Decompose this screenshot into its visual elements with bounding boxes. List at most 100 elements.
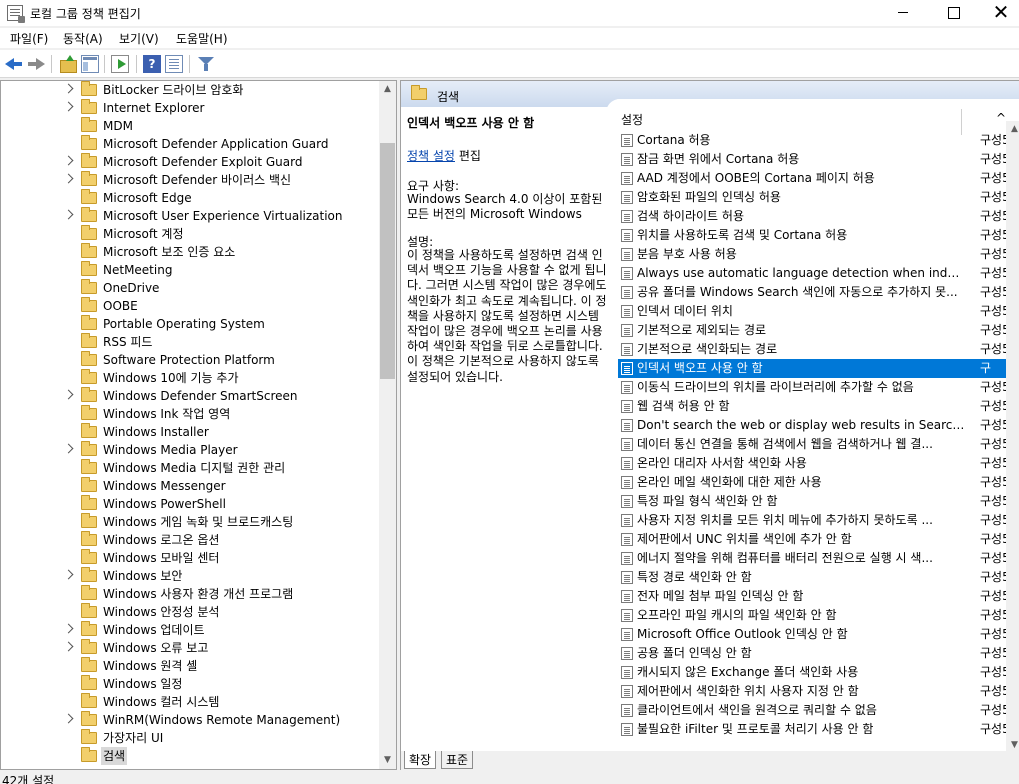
scroll-thumb[interactable] (380, 143, 395, 379)
tree-item[interactable]: Microsoft 보조 인증 요소 (1, 243, 379, 261)
policy-row[interactable]: 에너지 절약을 위해 컴퓨터를 배터리 전원으로 실행 시 색... 구성5 (618, 549, 1019, 568)
tree-item[interactable]: Windows 오류 보고 (1, 639, 379, 657)
policy-row[interactable]: 온라인 대리자 사서함 색인화 사용 구성5 (618, 454, 1019, 473)
policy-row[interactable]: 공유 폴더를 Windows Search 색인에 자동으로 추가하지 못...… (618, 283, 1019, 302)
policy-row[interactable]: 위치를 사용하도록 검색 및 Cortana 허용 구성5 (618, 226, 1019, 245)
column-header-state[interactable]: ^ (996, 111, 1006, 125)
chevron-right-icon[interactable] (63, 101, 74, 112)
properties-icon[interactable] (165, 55, 183, 73)
tree-item[interactable]: Windows Ink 작업 영역 (1, 405, 379, 423)
scroll-up-icon[interactable]: ▲ (379, 81, 396, 98)
policy-settings-link[interactable]: 정책 설정 (407, 149, 455, 163)
tree-item[interactable]: Windows 안정성 분석 (1, 603, 379, 621)
tree-item[interactable]: OOBE (1, 297, 379, 315)
show-hide-tree-icon[interactable] (81, 55, 99, 73)
policy-row[interactable]: 웹 검색 허용 안 함 구성5 (618, 397, 1019, 416)
policy-row[interactable]: 사용자 지정 위치를 모든 위치 메뉴에 추가하지 못하도록 ... 구성5 (618, 511, 1019, 530)
policy-row[interactable]: Don't search the web or display web resu… (618, 416, 1019, 435)
tree-item[interactable]: Windows Defender SmartScreen (1, 387, 379, 405)
list-scrollbar[interactable]: ▲ ▼ (1006, 121, 1019, 755)
policy-row[interactable]: 인덱서 데이터 위치 구성5 (618, 302, 1019, 321)
tree-item[interactable]: Windows 업데이트 (1, 621, 379, 639)
policy-row[interactable]: 공용 폴더 인덱싱 안 함 구성5 (618, 644, 1019, 663)
policy-row[interactable]: 캐시되지 않은 Exchange 폴더 색인화 사용 구성5 (618, 663, 1019, 682)
tree-item[interactable]: Microsoft 계정 (1, 225, 379, 243)
tree-item[interactable]: Microsoft User Experience Virtualization (1, 207, 379, 225)
policy-row[interactable]: 전자 메일 첨부 파일 인덱싱 안 함 구성5 (618, 587, 1019, 606)
menu-file[interactable]: 파일(F) (10, 30, 48, 47)
tree-item[interactable]: Internet Explorer (1, 99, 379, 117)
tree-item[interactable]: Windows 컬러 시스템 (1, 693, 379, 711)
tree-item[interactable]: Windows PowerShell (1, 495, 379, 513)
tree-item[interactable]: OneDrive (1, 279, 379, 297)
tree-item[interactable]: Windows 10에 기능 추가 (1, 369, 379, 387)
tree-item[interactable]: Portable Operating System (1, 315, 379, 333)
scroll-down-icon[interactable]: ▼ (379, 752, 396, 769)
tree-item[interactable]: BitLocker 드라이브 암호화 (1, 81, 379, 99)
minimize-button[interactable] (880, 0, 926, 26)
policy-row[interactable]: AAD 계정에서 OOBE의 Cortana 페이지 허용 구성5 (618, 169, 1019, 188)
menu-action[interactable]: 동작(A) (63, 30, 103, 47)
chevron-right-icon[interactable] (63, 173, 74, 184)
menu-view[interactable]: 보기(V) (119, 30, 159, 47)
chevron-right-icon[interactable] (63, 389, 74, 400)
policy-row[interactable]: 제어판에서 색인화한 위치 사용자 지정 안 함 구성5 (618, 682, 1019, 701)
forward-arrow-icon[interactable] (27, 55, 45, 73)
tree-item[interactable]: RSS 피드 (1, 333, 379, 351)
up-one-level-icon[interactable] (59, 55, 77, 73)
tree-item[interactable]: Windows 게임 녹화 및 브로드캐스팅 (1, 513, 379, 531)
policy-row[interactable]: 특정 경로 색인화 안 함 구성5 (618, 568, 1019, 587)
tree-item[interactable]: Windows 로그온 옵션 (1, 531, 379, 549)
tree-item[interactable]: Windows 사용자 환경 개선 프로그램 (1, 585, 379, 603)
tree-item[interactable]: 검색 (1, 747, 379, 765)
tree-item[interactable]: MDM (1, 117, 379, 135)
policy-row[interactable]: 검색 하이라이트 허용 구성5 (618, 207, 1019, 226)
tree-item[interactable]: Windows Media 디지털 권한 관리 (1, 459, 379, 477)
close-button[interactable]: ✕ (978, 0, 1019, 26)
tree-item[interactable]: Windows 보안 (1, 567, 379, 585)
tree-item[interactable]: NetMeeting (1, 261, 379, 279)
chevron-right-icon[interactable] (63, 623, 74, 634)
tree-item[interactable]: Microsoft Defender Exploit Guard (1, 153, 379, 171)
tree-item[interactable]: Windows 원격 셸 (1, 657, 379, 675)
policy-row[interactable]: 분음 부호 사용 허용 구성5 (618, 245, 1019, 264)
tree-item[interactable]: 가장자리 UI (1, 729, 379, 747)
chevron-right-icon[interactable] (63, 209, 74, 220)
chevron-right-icon[interactable] (63, 713, 74, 724)
tab-standard[interactable]: 표준 (441, 751, 474, 769)
maximize-button[interactable] (930, 0, 976, 26)
policy-row[interactable]: 잠금 화면 위에서 Cortana 허용 구성5 (618, 150, 1019, 169)
tree-item[interactable]: Microsoft Edge (1, 189, 379, 207)
policy-row[interactable]: 클라이언트에서 색인을 원격으로 쿼리할 수 없음 구성5 (618, 701, 1019, 720)
chevron-right-icon[interactable] (63, 443, 74, 454)
tab-extended[interactable]: 확장 (404, 751, 437, 769)
chevron-right-icon[interactable] (63, 569, 74, 580)
policy-row[interactable]: 기본적으로 색인화되는 경로 구성5 (618, 340, 1019, 359)
tree-item[interactable]: Windows 모바일 센터 (1, 549, 379, 567)
chevron-right-icon[interactable] (63, 83, 74, 94)
tree-item[interactable]: Software Protection Platform (1, 351, 379, 369)
policy-row[interactable]: 데이터 통신 연결을 통해 검색에서 웹을 검색하거나 웹 결... 구성5 (618, 435, 1019, 454)
policy-row[interactable]: Microsoft Office Outlook 인덱싱 안 함 구성5 (618, 625, 1019, 644)
filter-icon[interactable] (197, 55, 215, 73)
policy-row[interactable]: 특정 파일 형식 색인화 안 함 구성5 (618, 492, 1019, 511)
tree-item[interactable]: Microsoft Defender Application Guard (1, 135, 379, 153)
tree-scrollbar[interactable]: ▲ ▼ (379, 81, 396, 769)
help-icon[interactable]: ? (143, 55, 161, 73)
policy-row[interactable]: 불필요한 iFilter 및 프로토콜 처리기 사용 안 함 구성5 (618, 720, 1019, 739)
tree-item[interactable]: Microsoft Defender 바이러스 백신 (1, 171, 379, 189)
scroll-up-icon[interactable]: ▲ (1006, 121, 1019, 138)
tree-item[interactable]: Windows Messenger (1, 477, 379, 495)
menu-help[interactable]: 도움말(H) (176, 30, 228, 47)
policy-row[interactable]: 암호화된 파일의 인덱싱 허용 구성5 (618, 188, 1019, 207)
tree-item[interactable]: Windows Installer (1, 423, 379, 441)
policy-row[interactable]: 이동식 드라이브의 위치를 라이브러리에 추가할 수 없음 구성5 (618, 378, 1019, 397)
policy-row[interactable]: 온라인 메일 색인화에 대한 제한 사용 구성5 (618, 473, 1019, 492)
policy-row[interactable]: 인덱서 백오프 사용 안 함 구 (618, 359, 1019, 378)
export-list-icon[interactable] (111, 55, 129, 73)
tree-item[interactable]: Windows Media Player (1, 441, 379, 459)
tree-item[interactable]: WinRM(Windows Remote Management) (1, 711, 379, 729)
back-arrow-icon[interactable] (5, 55, 23, 73)
policy-row[interactable]: 오프라인 파일 캐시의 파일 색인화 안 함 구성5 (618, 606, 1019, 625)
column-header-setting[interactable]: 설정 (621, 111, 643, 128)
